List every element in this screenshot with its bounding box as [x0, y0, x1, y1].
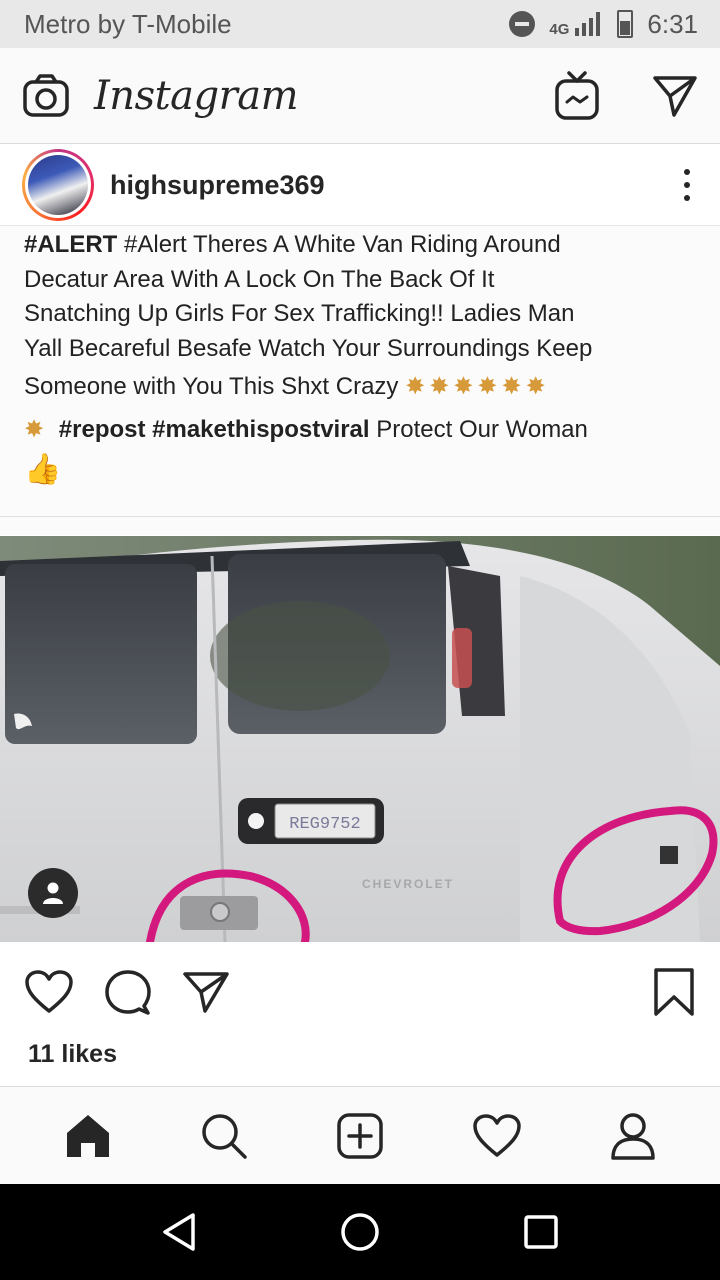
instagram-logo: Instagram: [94, 72, 299, 119]
caption-line: Snatching Up Girls For Sex Trafficking!!…: [24, 300, 575, 327]
post-header: highsupreme369: [0, 145, 720, 225]
caption-line: #ALERT #Alert Theres A White Van Riding …: [24, 231, 561, 258]
status-bar: Metro by T-Mobile 4G 6:31: [0, 0, 720, 48]
clock: 6:31: [647, 8, 698, 39]
igtv-icon[interactable]: [554, 70, 600, 121]
signal-icon: [575, 12, 601, 36]
post-username[interactable]: highsupreme369: [110, 170, 325, 201]
post-actions: [0, 942, 720, 1042]
license-plate: REG9752: [289, 815, 360, 834]
network-type: 4G: [549, 20, 570, 38]
collision-emoji-icon: ✸✸✸✸✸✸: [405, 373, 550, 400]
system-navigation-bar: [0, 1184, 720, 1280]
status-icons: 4G 6:31: [509, 9, 698, 40]
caption-image: #ALERT #Alert Theres A White Van Riding …: [0, 225, 720, 535]
home-circle-icon[interactable]: [339, 1211, 381, 1253]
like-icon[interactable]: [24, 969, 74, 1015]
vehicle-badge: CHEVROLET: [362, 877, 454, 891]
share-icon[interactable]: [182, 970, 230, 1014]
carrier-name: Metro by T-Mobile: [24, 8, 232, 39]
caption-line: Yall Becareful Besafe Watch Your Surroun…: [24, 334, 593, 362]
bookmark-icon[interactable]: [652, 967, 696, 1017]
direct-message-icon[interactable]: [652, 74, 698, 118]
activity-icon[interactable]: [472, 1113, 522, 1159]
profile-icon[interactable]: [610, 1112, 656, 1160]
search-icon[interactable]: [200, 1112, 248, 1160]
battery-icon: [617, 10, 634, 38]
comment-icon[interactable]: [104, 968, 152, 1016]
van-photo: REG9752 CHEVROLET: [0, 536, 720, 942]
do-not-disturb-icon: [509, 11, 536, 37]
likes-count[interactable]: 11 likes: [28, 1040, 117, 1069]
home-icon[interactable]: [64, 1113, 112, 1159]
post-photo[interactable]: REG9752 CHEVROLET: [0, 536, 720, 942]
new-post-icon[interactable]: [336, 1112, 384, 1160]
thumbs-up-emoji-icon: 👍: [24, 453, 62, 486]
collision-emoji-icon: ✸: [24, 415, 59, 443]
more-options-icon[interactable]: [676, 163, 698, 207]
camera-icon[interactable]: [22, 73, 70, 118]
caption-line: Someone with You This Shxt Crazy ✸✸✸✸✸✸: [24, 373, 550, 400]
caption-line: 👍: [24, 453, 696, 490]
bottom-navigation: [0, 1086, 720, 1184]
user-tag-icon[interactable]: [28, 868, 78, 918]
avatar[interactable]: [22, 149, 94, 221]
back-icon[interactable]: [161, 1212, 197, 1252]
recents-icon[interactable]: [523, 1214, 559, 1250]
app-header: Instagram: [0, 48, 720, 144]
caption-line: Decatur Area With A Lock On The Back Of …: [24, 265, 495, 293]
caption-line: ✸ #repost #makethispostviral Protect Our…: [24, 415, 588, 443]
